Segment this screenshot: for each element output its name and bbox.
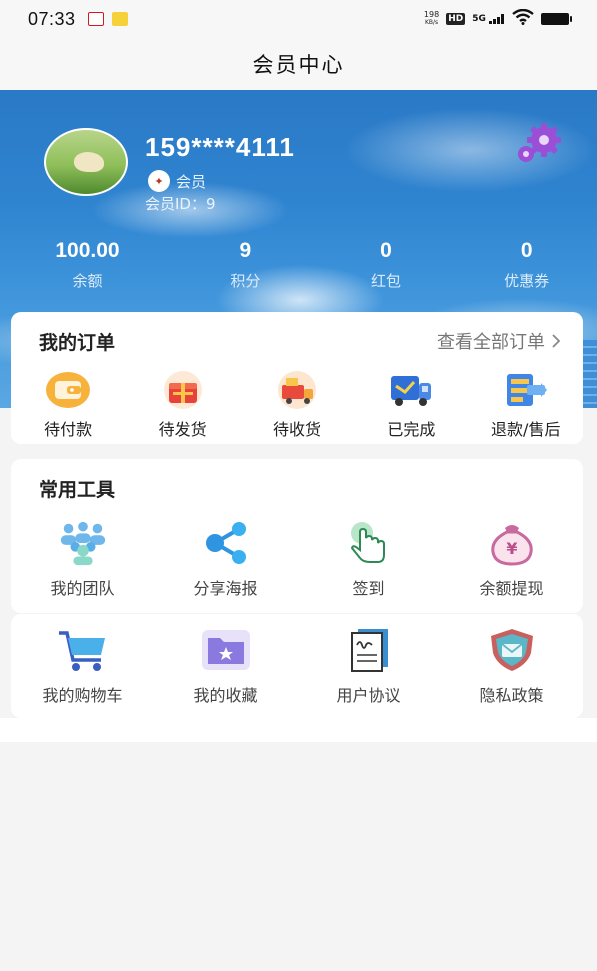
tool-withdraw[interactable]: ¥ 余额提现 [452, 519, 572, 599]
order-label: 已完成 [387, 420, 436, 439]
shopping-cart-icon [57, 626, 109, 674]
notification-app-icon [111, 12, 128, 26]
view-all-orders-link[interactable]: 查看全部订单 [437, 328, 561, 354]
common-tools-card: 常用工具 我的团队 分享海报 签到 ¥ 余额提现 [11, 459, 583, 613]
avatar-bird-image [74, 152, 104, 172]
tool-label: 余额提现 [479, 579, 544, 598]
svg-text:¥: ¥ [506, 539, 517, 558]
tool-label: 我的购物车 [42, 686, 123, 705]
tools-row-2: 我的购物车 我的收藏 用户协议 隐私政策 [11, 626, 583, 706]
member-level: 会员 [176, 172, 207, 191]
stat-label: 余额 [72, 272, 103, 290]
agreement-document-icon [343, 626, 395, 674]
orders-title: 我的订单 [39, 332, 116, 354]
network-speed-value: 198 [423, 10, 440, 19]
stat-label: 积分 [230, 272, 261, 290]
user-phone: 159****4111 [145, 132, 295, 162]
tool-label: 分享海报 [193, 579, 258, 598]
team-icon [57, 519, 109, 567]
status-indicators: 198 KB/s HD 5G [424, 8, 572, 30]
avatar[interactable] [44, 128, 128, 196]
tool-label: 我的收藏 [193, 686, 258, 705]
stat-red-packet[interactable]: 0 红包 [316, 236, 457, 291]
order-completed[interactable]: 已完成 [361, 370, 461, 440]
stats-row: 100.00 余额 9 积分 0 红包 0 优惠券 [0, 236, 597, 291]
order-label: 待发货 [158, 420, 207, 439]
network-speed-unit: KB/s [424, 19, 439, 26]
hd-icon: HD [446, 13, 466, 25]
order-pending-shipment[interactable]: 待发货 [133, 370, 233, 440]
tool-shopping-cart[interactable]: 我的购物车 [23, 626, 143, 706]
wallet-icon [45, 370, 91, 410]
stat-value: 100.00 [55, 239, 120, 262]
order-refund-aftersale[interactable]: 退款/售后 [476, 370, 576, 440]
tool-privacy-policy[interactable]: 隐私政策 [452, 626, 572, 706]
stat-coupons[interactable]: 0 优惠券 [456, 236, 597, 291]
status-bar: 07:33 198 KB/s HD 5G [0, 0, 597, 38]
network-speed: 198 KB/s [424, 11, 439, 27]
network-type: 5G [472, 14, 486, 24]
order-label: 待付款 [44, 420, 93, 439]
signal-icon: 5G [472, 14, 505, 24]
settings-gear-icon[interactable] [512, 122, 566, 166]
delivery-truck-icon [274, 370, 320, 410]
stat-points[interactable]: 9 积分 [175, 236, 316, 291]
order-label: 退款/售后 [491, 420, 561, 439]
gift-box-icon [160, 370, 206, 410]
chevron-right-icon [552, 334, 561, 348]
bottom-spacer [0, 718, 597, 742]
view-all-orders-label: 查看全部订单 [437, 332, 545, 353]
tool-share-poster[interactable]: 分享海报 [166, 519, 286, 599]
money-bag-icon: ¥ [486, 519, 538, 567]
page-title: 会员中心 [252, 53, 345, 77]
member-badge-icon: ✦ [148, 170, 170, 192]
nav-bar: 会员中心 [0, 38, 597, 90]
member-level-row: ✦ 会员 [148, 170, 206, 192]
order-status-row: 待付款 待发货 待收货 已完成 退款/售后 [11, 370, 583, 440]
tool-label: 用户协议 [336, 686, 401, 705]
share-icon [200, 519, 252, 567]
notification-app-icon [87, 12, 104, 26]
order-pending-receipt[interactable]: 待收货 [247, 370, 347, 440]
stat-value: 0 [380, 239, 392, 262]
status-time: 07:33 [28, 8, 76, 29]
tool-my-team[interactable]: 我的团队 [23, 519, 143, 599]
background-building [583, 340, 597, 408]
stat-label: 优惠券 [504, 272, 550, 290]
favorites-folder-icon [200, 626, 252, 674]
tool-user-agreement[interactable]: 用户协议 [309, 626, 429, 706]
refund-icon [503, 370, 549, 410]
order-label: 待收货 [272, 420, 321, 439]
completed-truck-icon [388, 370, 434, 410]
stat-balance[interactable]: 100.00 余额 [0, 236, 175, 291]
tool-label: 我的团队 [50, 579, 115, 598]
member-id: 会员ID：9 [145, 195, 216, 213]
privacy-shield-icon [486, 626, 538, 674]
tool-check-in[interactable]: 签到 [309, 519, 429, 599]
wifi-icon [512, 8, 534, 30]
stat-value: 9 [239, 239, 252, 262]
tools-row-1: 我的团队 分享海报 签到 ¥ 余额提现 [11, 519, 583, 599]
stat-label: 红包 [371, 272, 402, 290]
my-orders-card: 我的订单 查看全部订单 待付款 待发货 待收货 已完成 退款/售后 [11, 312, 583, 444]
tool-label: 签到 [352, 579, 385, 598]
tap-hand-icon [343, 519, 395, 567]
tool-label: 隐私政策 [479, 686, 544, 705]
battery-icon [541, 13, 572, 25]
common-tools-card-lower: 我的购物车 我的收藏 用户协议 隐私政策 [11, 614, 583, 718]
order-pending-payment[interactable]: 待付款 [18, 370, 118, 440]
tool-favorites[interactable]: 我的收藏 [166, 626, 286, 706]
tools-title: 常用工具 [39, 479, 116, 501]
stat-value: 0 [520, 239, 533, 262]
